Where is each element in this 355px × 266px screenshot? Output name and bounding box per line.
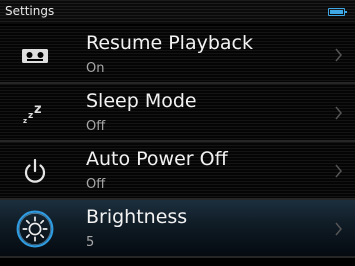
resume-playback-icon [22, 49, 48, 63]
settings-menu: Resume Playback On z z z Sleep Mode Off … [0, 26, 355, 258]
menu-item-label: Auto Power Off [86, 148, 228, 170]
chevron-right-icon [335, 48, 342, 62]
menu-item-value: Off [86, 177, 106, 192]
menu-item-value: On [86, 61, 105, 76]
menu-item-value: Off [86, 119, 106, 134]
menu-item-brightness[interactable]: Brightness 5 [0, 200, 355, 258]
screen-title: Settings [5, 4, 55, 18]
sleep-icon: z z z [23, 102, 42, 125]
svg-text:z: z [23, 117, 27, 125]
menu-item-resume-playback[interactable]: Resume Playback On [0, 26, 355, 84]
power-icon [24, 158, 46, 183]
menu-item-label: Sleep Mode [86, 90, 197, 112]
menu-item-sleep-mode[interactable]: z z z Sleep Mode Off [0, 84, 355, 142]
brightness-icon [16, 210, 54, 248]
menu-item-label: Resume Playback [86, 32, 253, 54]
chevron-right-icon [335, 222, 342, 236]
svg-text:z: z [28, 111, 33, 121]
menu-item-auto-power-off[interactable]: Auto Power Off Off [0, 142, 355, 200]
chevron-right-icon [335, 106, 342, 120]
menu-item-label: Brightness [86, 206, 188, 228]
battery-icon [328, 8, 347, 16]
menu-item-value: 5 [86, 235, 95, 250]
svg-text:z: z [34, 102, 42, 117]
chevron-right-icon [335, 164, 342, 178]
status-bar: Settings [0, 0, 355, 24]
